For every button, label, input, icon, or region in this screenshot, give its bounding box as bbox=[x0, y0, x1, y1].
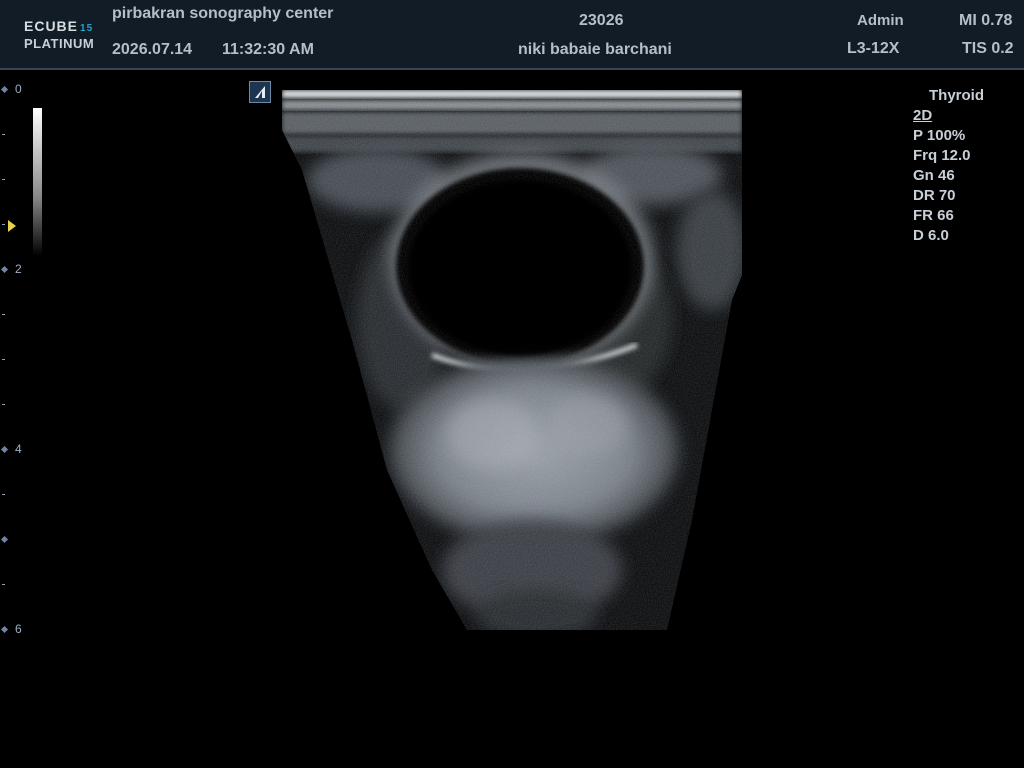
orientation-marker-icon bbox=[249, 81, 271, 103]
depth-label-2: 2 bbox=[15, 262, 22, 276]
depth-minor-tick bbox=[2, 134, 5, 135]
frame-rate-value: FR 66 bbox=[913, 207, 954, 224]
ultrasound-image[interactable] bbox=[282, 90, 742, 630]
logo-brand: ECUBE bbox=[24, 18, 79, 34]
depth-minor-tick bbox=[2, 404, 5, 405]
imaging-parameters-panel: Thyroid 2D P 100% Frq 12.0 Gn 46 DR 70 F… bbox=[913, 86, 984, 246]
depth-minor-tick bbox=[2, 179, 5, 180]
user-name: Admin bbox=[857, 12, 904, 29]
logo-model-number: 15 bbox=[80, 23, 94, 34]
power-value: P 100% bbox=[913, 127, 966, 144]
grayscale-bar bbox=[33, 108, 42, 256]
probe-model: L3-12X bbox=[847, 40, 900, 57]
frequency-value: Frq 12.0 bbox=[913, 147, 971, 164]
focus-marker-icon[interactable] bbox=[8, 220, 16, 232]
logo-edition: PLATINUM bbox=[24, 36, 95, 51]
patient-name: niki babaie barchani bbox=[518, 41, 672, 58]
depth-label-4: 4 bbox=[15, 442, 22, 456]
depth-major-tick bbox=[0, 625, 9, 634]
depth-minor-tick bbox=[0, 535, 9, 544]
exam-preset[interactable]: Thyroid bbox=[929, 86, 984, 106]
depth-minor-tick bbox=[2, 584, 5, 585]
depth-major-tick bbox=[0, 265, 9, 274]
depth-minor-tick bbox=[2, 494, 5, 495]
gain-value: Gn 46 bbox=[913, 167, 955, 184]
dynamic-range-value: DR 70 bbox=[913, 187, 956, 204]
mechanical-index: MI 0.78 bbox=[959, 12, 1013, 29]
patient-id: 23026 bbox=[579, 12, 624, 29]
header-bar: ECUBE 15 PLATINUM pirbakran sonography ce… bbox=[0, 0, 1024, 70]
depth-major-tick bbox=[0, 85, 9, 94]
ecube-platinum-logo: ECUBE 15 PLATINUM bbox=[24, 18, 104, 54]
depth-minor-tick bbox=[2, 224, 5, 225]
imaging-mode[interactable]: 2D bbox=[913, 106, 984, 126]
exam-time: 11:32:30 AM bbox=[222, 41, 314, 58]
depth-major-tick bbox=[0, 445, 9, 454]
depth-minor-tick bbox=[2, 314, 5, 315]
depth-minor-tick bbox=[2, 359, 5, 360]
center-name: pirbakran sonography center bbox=[112, 5, 334, 22]
depth-label-6: 6 bbox=[15, 622, 22, 636]
depth-value: D 6.0 bbox=[913, 227, 949, 244]
exam-date: 2026.07.14 bbox=[112, 41, 193, 58]
depth-label-0: 0 bbox=[15, 82, 22, 96]
thermal-index: TIS 0.2 bbox=[962, 40, 1014, 57]
